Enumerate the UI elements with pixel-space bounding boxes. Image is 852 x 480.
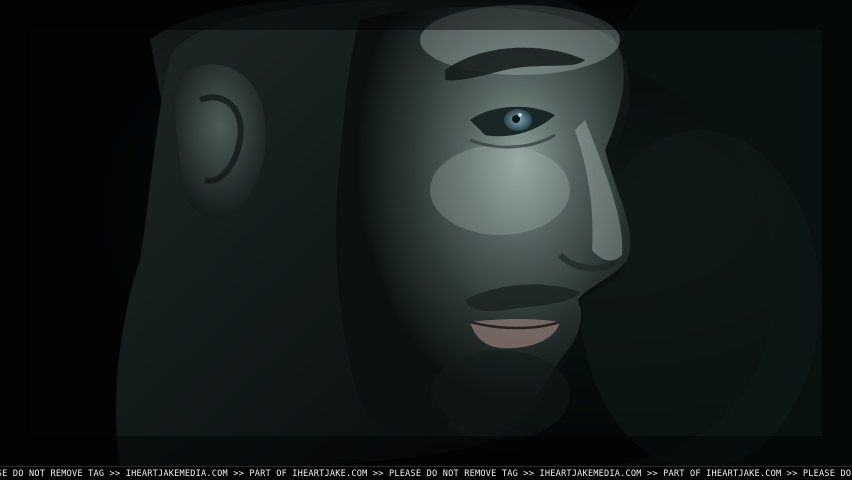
portrait-image — [0, 0, 852, 466]
watermark-strip: EASE DO NOT REMOVE TAG >> IHEARTJAKEMEDI… — [0, 466, 852, 480]
video-frame — [0, 0, 852, 466]
watermark-text: EASE DO NOT REMOVE TAG >> IHEARTJAKEMEDI… — [0, 469, 852, 479]
